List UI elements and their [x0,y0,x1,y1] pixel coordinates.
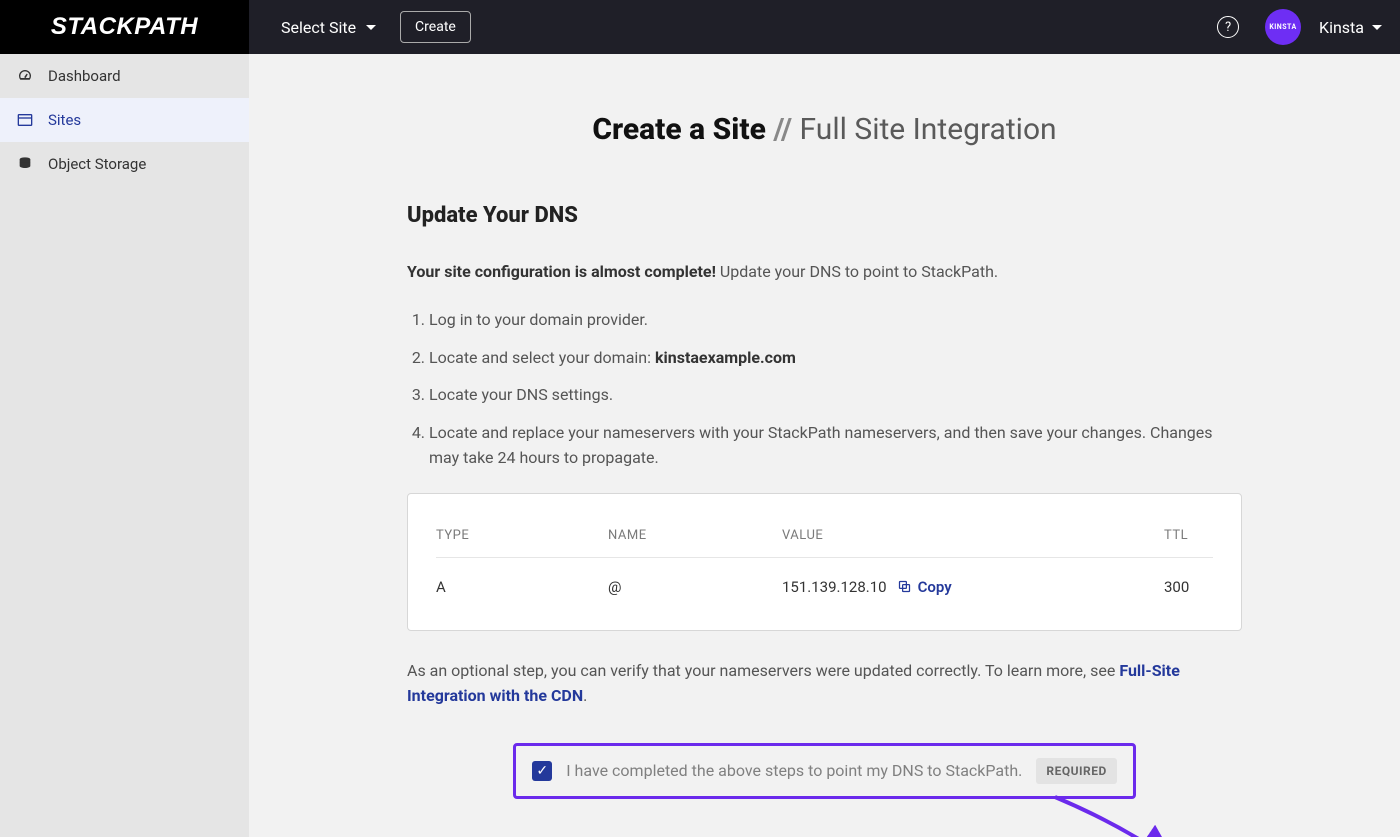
page-title-main: Create a Site [592,112,766,147]
domain-name: kinstaexample.com [655,348,796,367]
page-title: Create a Site // Full Site Integration [249,112,1400,147]
sidebar: Dashboard Sites Object Storage [0,54,249,837]
sidebar-item-object-storage[interactable]: Object Storage [0,142,249,186]
copy-label: Copy [918,578,952,596]
cell-type: A [436,578,608,596]
steps-list: Log in to your domain provider. Locate a… [407,307,1242,471]
annotation-arrow [1047,793,1197,837]
col-type-header: TYPE [436,528,608,543]
site-selector[interactable]: Select Site [281,18,376,37]
gauge-icon [16,68,34,84]
help-icon[interactable]: ? [1217,16,1239,38]
cell-value: 151.139.128.10 [782,578,887,596]
sidebar-item-label: Dashboard [48,67,121,85]
cell-ttl: 300 [1164,578,1213,596]
lead-strong: Your site configuration is almost comple… [407,262,716,281]
user-name: Kinsta [1319,18,1364,37]
sidebar-item-label: Object Storage [48,155,146,173]
lead-rest: Update your DNS to point to StackPath. [716,262,998,281]
step-3: Locate your DNS settings. [429,382,1242,408]
confirm-box: ✓ I have completed the above steps to po… [513,743,1136,799]
database-icon [16,156,34,172]
dns-table-header: TYPE NAME VALUE TTL [436,528,1213,558]
site-selector-label: Select Site [281,18,356,37]
page-title-divider: // [773,112,792,147]
section-heading: Update Your DNS [407,203,1242,228]
lead-text: Your site configuration is almost comple… [407,262,1242,281]
create-button[interactable]: Create [400,11,471,43]
sidebar-item-sites[interactable]: Sites [0,98,249,142]
caret-down-icon [366,25,376,30]
col-value-header: VALUE [782,528,1164,543]
confirm-text: I have completed the above steps to poin… [566,761,1022,780]
browser-icon [16,112,34,128]
main-content: Create a Site // Full Site Integration U… [249,54,1400,837]
cell-name: @ [608,578,782,596]
sidebar-item-dashboard[interactable]: Dashboard [0,54,249,98]
user-menu[interactable]: KINSTA Kinsta [1265,9,1382,45]
copy-button[interactable]: Copy [897,578,952,596]
dns-table-row: A @ 151.139.128.10 Copy 300 [436,558,1213,596]
required-badge: REQUIRED [1036,758,1116,784]
confirm-checkbox[interactable]: ✓ [532,761,552,781]
col-name-header: NAME [608,528,782,543]
col-ttl-header: TTL [1164,528,1213,543]
sidebar-item-label: Sites [48,111,81,129]
optional-note: As an optional step, you can verify that… [407,659,1242,709]
topbar: STACKPATH Select Site Create ? KINSTA Ki… [0,0,1400,54]
dns-table: TYPE NAME VALUE TTL A @ 151.139.128.10 C… [407,493,1242,631]
avatar: KINSTA [1265,9,1301,45]
logo: STACKPATH [0,0,249,54]
step-1: Log in to your domain provider. [429,307,1242,333]
copy-icon [897,579,912,594]
page-title-sub: Full Site Integration [800,112,1057,147]
step-4: Locate and replace your nameservers with… [429,420,1242,471]
step-2: Locate and select your domain: kinstaexa… [429,345,1242,371]
caret-down-icon [1372,25,1382,30]
